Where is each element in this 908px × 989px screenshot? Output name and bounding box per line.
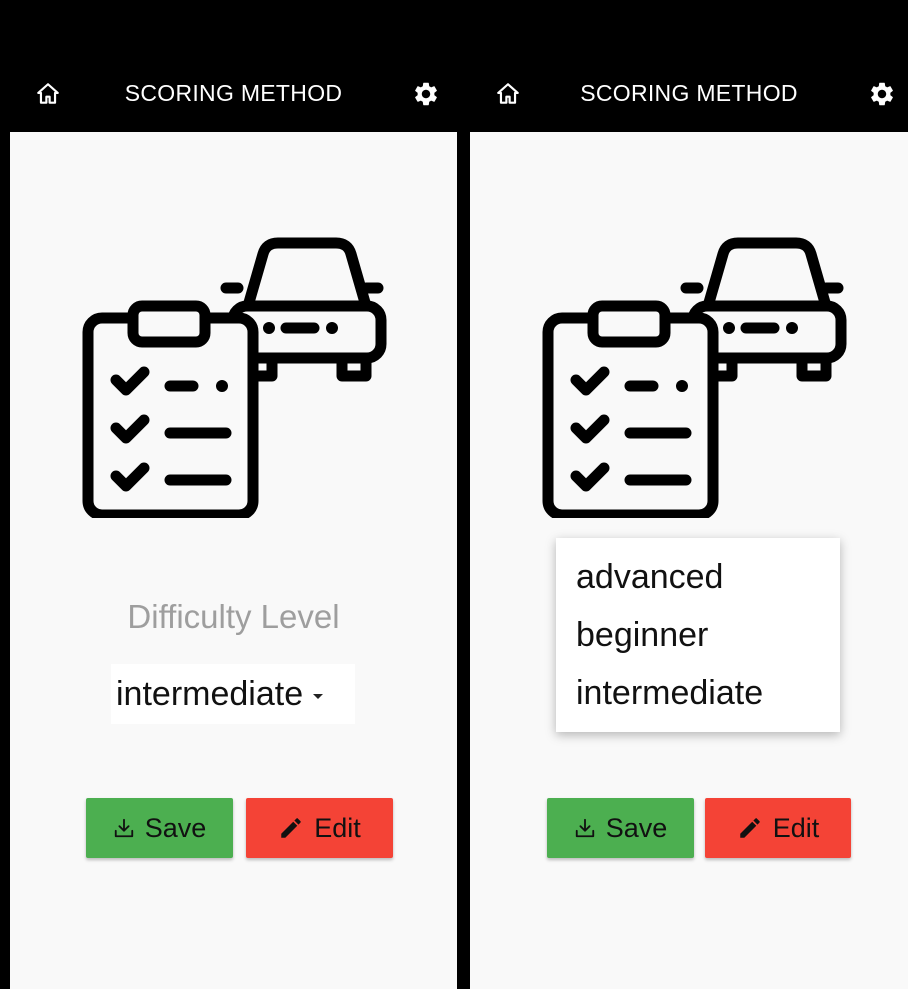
dropdown-option-advanced[interactable]: advanced <box>556 548 840 606</box>
selected-value: intermediate <box>116 674 304 713</box>
dropdown-option-intermediate[interactable]: intermediate <box>556 664 840 722</box>
edit-label: Edit <box>314 812 361 843</box>
edit-label: Edit <box>772 812 820 843</box>
save-button[interactable]: Save <box>86 798 233 858</box>
gear-icon[interactable] <box>868 80 896 108</box>
save-button[interactable]: Save <box>547 798 694 858</box>
checklist-car-icon <box>542 237 847 518</box>
app-bar: SCORING METHOD <box>10 10 457 132</box>
download-icon <box>114 818 133 838</box>
save-label: Save <box>144 812 207 843</box>
chevron-down-icon <box>313 693 324 699</box>
screen-expanded: SCORING METHOD advanced beginner interme… <box>470 10 908 989</box>
difficulty-dropdown-menu: advanced beginner intermediate <box>556 538 840 732</box>
difficulty-select[interactable]: intermediate <box>111 664 355 724</box>
screen-collapsed: SCORING METHOD Difficulty Level intermed… <box>10 10 457 989</box>
edit-button[interactable]: Edit <box>246 798 393 858</box>
app-bar: SCORING METHOD <box>470 10 908 132</box>
difficulty-label: Difficulty Level <box>127 598 340 635</box>
page-title: SCORING METHOD <box>580 80 798 106</box>
dropdown-option-beginner[interactable]: beginner <box>556 606 840 664</box>
pencil-icon <box>281 818 301 838</box>
page-title: SCORING METHOD <box>124 80 343 106</box>
save-label: Save <box>605 812 668 843</box>
pencil-icon <box>739 818 760 838</box>
download-icon <box>575 818 594 838</box>
edit-button[interactable]: Edit <box>705 798 851 858</box>
gear-icon[interactable] <box>412 80 440 108</box>
checklist-car-icon <box>82 237 387 518</box>
